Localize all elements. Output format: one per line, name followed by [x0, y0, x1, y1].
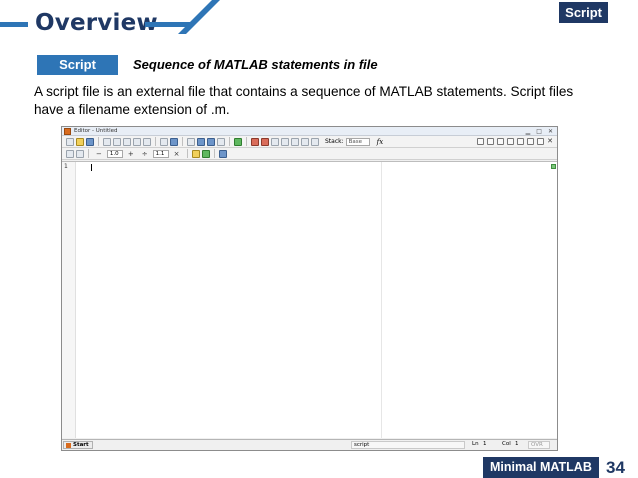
toolbar-separator: [213, 149, 215, 158]
split-vertical-icon[interactable]: [487, 138, 495, 145]
script-term-label: Script: [37, 55, 118, 75]
breakpoint-icon[interactable]: [251, 137, 259, 146]
editor-window-title: Editor - Untitled: [74, 128, 118, 134]
body-paragraph: A script file is an external file that c…: [34, 84, 574, 117]
window-controls: ▁ □ ✕: [526, 127, 553, 136]
page-number: 34: [606, 458, 625, 477]
find-icon[interactable]: [187, 137, 195, 146]
continue-icon[interactable]: [301, 137, 309, 146]
status-ln-label: Ln: [472, 441, 479, 447]
float-icon[interactable]: [507, 138, 515, 145]
maximize-icon[interactable]: □: [536, 127, 542, 136]
toolbar-separator: [229, 137, 230, 146]
fx-button[interactable]: fx: [377, 138, 384, 146]
title-decoration-left: [0, 22, 28, 27]
footer-course-tag: Minimal MATLAB: [483, 457, 599, 478]
stack-label: Stack:: [325, 138, 344, 145]
save-icon[interactable]: [86, 137, 94, 146]
function-browser-icon[interactable]: [217, 137, 225, 146]
split-horizontal-icon[interactable]: [497, 138, 505, 145]
divide-value-field[interactable]: 1.1: [152, 149, 169, 158]
undock-icon[interactable]: [517, 138, 525, 145]
stack-select[interactable]: Base: [345, 137, 370, 146]
back-arrow-icon[interactable]: [197, 137, 205, 146]
toolbar-separator: [182, 137, 183, 146]
cell-insert-icon[interactable]: [66, 149, 74, 158]
decrement-value-field[interactable]: 1.0: [106, 149, 123, 158]
start-button[interactable]: Start: [63, 441, 93, 449]
toolbar-separator: [186, 149, 188, 158]
redo-icon[interactable]: [143, 137, 151, 146]
status-mode: script: [351, 441, 465, 449]
cut-icon[interactable]: [103, 137, 111, 146]
copy-icon[interactable]: [113, 137, 121, 146]
layout-controls: ✕: [477, 138, 553, 145]
publish-icon[interactable]: [170, 137, 178, 146]
line-number-gutter: 1: [62, 162, 76, 438]
new-file-icon[interactable]: [66, 137, 74, 146]
dock-arrow-icon[interactable]: [537, 138, 545, 145]
toolbar-separator: [98, 137, 99, 146]
cell-run-icon[interactable]: [191, 149, 200, 158]
open-file-icon[interactable]: [76, 137, 84, 146]
cell-mode-toolbar: − 1.0 + ÷ 1.1 ×: [62, 148, 557, 160]
multiply-button[interactable]: ×: [174, 150, 180, 158]
cell-eval-icon[interactable]: [76, 149, 84, 158]
tile-grid-icon[interactable]: [477, 138, 485, 145]
line-number: 1: [64, 163, 68, 170]
step-icon[interactable]: [271, 137, 279, 146]
step-in-icon[interactable]: [281, 137, 289, 146]
step-out-icon[interactable]: [291, 137, 299, 146]
clear-breakpoints-icon[interactable]: [261, 137, 269, 146]
status-ln-value: 1: [483, 441, 487, 447]
increment-button[interactable]: +: [128, 150, 134, 158]
corner-section-tag: Script: [559, 2, 608, 23]
script-definition: Sequence of MATLAB statements in file: [133, 57, 378, 72]
close-icon[interactable]: ✕: [548, 127, 553, 136]
text-cursor: [91, 164, 92, 171]
right-margin-line: [381, 162, 382, 438]
code-analyzer-indicator[interactable]: [551, 164, 556, 169]
maximize-editor-icon[interactable]: [527, 138, 535, 145]
close-editor-icon[interactable]: ✕: [547, 138, 553, 145]
status-ovr: OVR: [528, 441, 550, 449]
help-icon[interactable]: [218, 149, 227, 158]
toolbar-separator: [155, 137, 156, 146]
editor-status-bar: Start script Ln 1 Col 1 OVR: [62, 439, 557, 450]
matlab-editor-window: Editor - Untitled ▁ □ ✕ Stack: Base fx ✕…: [61, 126, 558, 451]
slide-title: Overview: [35, 10, 158, 36]
print-icon[interactable]: [160, 137, 168, 146]
title-decoration-slash: [178, 0, 220, 34]
editor-titlebar: Editor - Untitled ▁ □ ✕: [62, 127, 557, 136]
decrement-button[interactable]: −: [96, 150, 102, 158]
toolbar-separator: [88, 149, 89, 158]
matlab-app-icon: [64, 128, 71, 135]
divide-button[interactable]: ÷: [142, 150, 148, 158]
status-col-value: 1: [515, 441, 519, 447]
paste-icon[interactable]: [123, 137, 131, 146]
toolbar-separator: [246, 137, 247, 146]
run-icon[interactable]: [234, 137, 242, 146]
exit-debug-icon[interactable]: [311, 137, 319, 146]
code-editor-area[interactable]: 1: [62, 161, 557, 438]
editor-main-toolbar: Stack: Base fx ✕: [62, 136, 557, 148]
undo-icon[interactable]: [133, 137, 141, 146]
forward-arrow-icon[interactable]: [207, 137, 215, 146]
status-col-label: Col: [502, 441, 511, 447]
cell-advance-icon[interactable]: [201, 149, 210, 158]
minimize-icon[interactable]: ▁: [526, 127, 531, 136]
